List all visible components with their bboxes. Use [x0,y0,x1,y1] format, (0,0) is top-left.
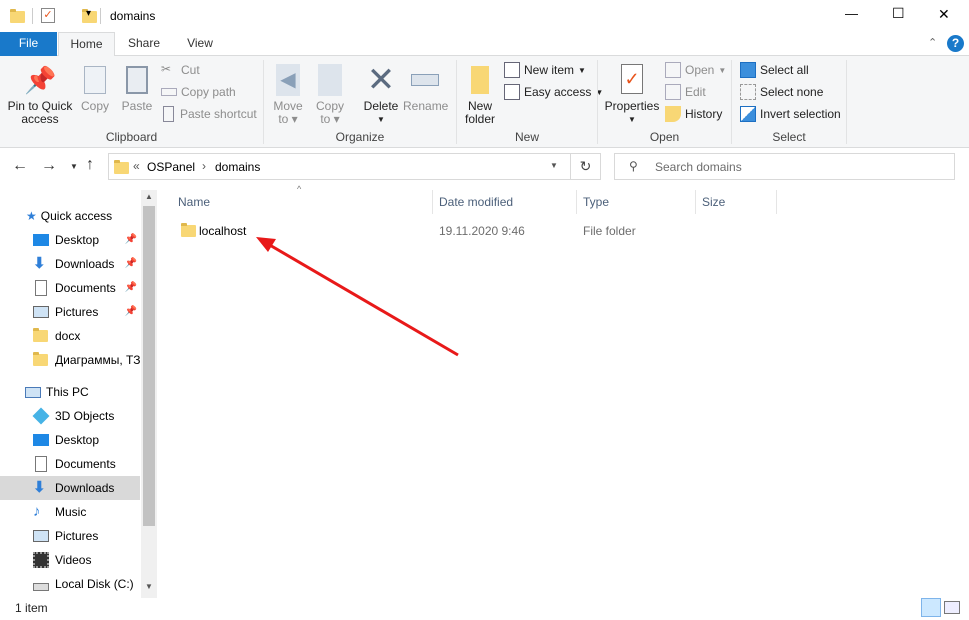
details-view-button[interactable] [921,598,941,617]
status-bar: 1 item [0,598,969,620]
annotation-arrow [256,237,459,357]
large-icons-view-button[interactable] [944,601,960,614]
arrow-line [267,242,459,357]
item-count: 1 item [15,601,48,615]
arrow-head [256,237,276,252]
